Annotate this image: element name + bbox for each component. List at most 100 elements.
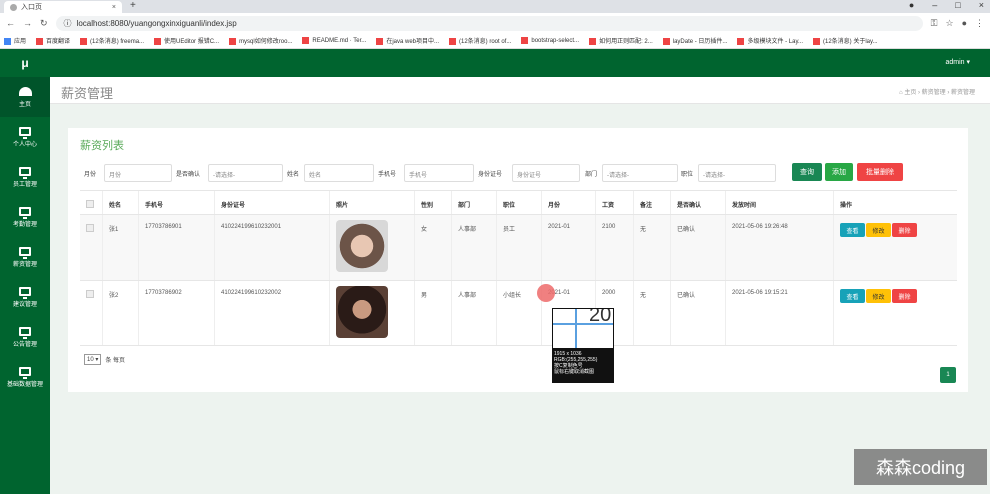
add-button[interactable]: 添加 (825, 163, 853, 181)
cell-gender: 男 (415, 281, 452, 345)
bookmark-item[interactable]: (12条消息) freema... (80, 36, 144, 45)
bookmark-favicon-icon (302, 36, 310, 44)
bookmark-item[interactable]: layDate - 日历插件... (662, 36, 728, 45)
bookmark-item[interactable]: (12条消息) root of... (449, 36, 511, 45)
new-tab-icon[interactable]: + (130, 0, 136, 11)
bookmark-item[interactable]: bootstrap-select... (521, 36, 579, 44)
bookmark-item[interactable]: 如何用正则匹配: 2... (589, 36, 653, 45)
back-icon[interactable]: ← (6, 18, 15, 28)
close-window-icon[interactable]: × (979, 0, 984, 10)
sidebar-item-salary[interactable]: 薪资管理 (0, 237, 50, 277)
col-gender: 性别 (415, 191, 452, 214)
url-field[interactable]: ⓘ localhost:8080/yuangongxinxiguanli/ind… (55, 15, 923, 31)
view-button[interactable]: 查看 (840, 223, 865, 237)
page-number-button[interactable]: 1 (940, 367, 956, 383)
batch-delete-button[interactable]: 批量删除 (857, 163, 903, 181)
row-checkbox-cell[interactable] (80, 281, 103, 345)
edit-button[interactable]: 修改 (866, 223, 891, 237)
minimize-icon[interactable]: – (932, 0, 937, 10)
bookmark-item[interactable]: README.md · Ter... (302, 36, 366, 44)
sidebar-item-profile[interactable]: 个人中心 (0, 117, 50, 157)
bookmark-item[interactable]: 百度翻译 (36, 36, 70, 45)
cell-name: 张1 (103, 215, 139, 280)
user-menu[interactable]: admin ▾ (945, 58, 970, 66)
tab-favicon-icon (10, 3, 17, 11)
monitor-icon (19, 126, 31, 139)
table-row: 张2 17703786902 410224199610232002 男 人事部 … (80, 281, 957, 346)
browser-tab[interactable]: 入口页 × (4, 1, 122, 13)
monitor-icon (19, 166, 31, 179)
name-input[interactable]: 姓名 (304, 164, 374, 182)
confirm-label: 是否确认 (176, 172, 201, 178)
monitor-icon (19, 206, 31, 219)
window-controls: ● – □ × (909, 0, 984, 10)
bookmark-favicon-icon (154, 37, 162, 45)
search-button[interactable]: 查询 (792, 163, 822, 181)
cell-photo (330, 215, 415, 280)
menu-dots-icon[interactable]: ⋮ (975, 18, 984, 29)
sidebar-item-home[interactable]: 主页 (0, 77, 50, 117)
bookmark-favicon-icon (662, 37, 670, 45)
sidebar-item-basic-data[interactable]: 基础数据管理 (0, 357, 50, 397)
star-icon[interactable]: ☆ (945, 18, 953, 29)
col-photo: 照片 (330, 191, 415, 214)
idcard-input[interactable]: 身份证号 (512, 164, 580, 182)
cell-gender: 女 (415, 215, 452, 280)
confirm-select[interactable]: -请选择- (208, 164, 283, 182)
view-button[interactable]: 查看 (840, 289, 865, 303)
magnifier-zoom-text: 20 (589, 309, 612, 326)
sidebar-item-label: 考勤管理 (12, 221, 37, 228)
bookmark-favicon-icon (737, 37, 745, 45)
info-icon: ⓘ (63, 18, 72, 28)
bookmark-label: layDate - 日历插件... (672, 39, 728, 45)
phone-input[interactable]: 手机号 (404, 164, 474, 182)
salary-list-panel: 薪资列表 月份 月份 是否确认 -请选择- 姓名 姓名 手机号 手机号 身份证号… (68, 128, 968, 392)
edit-button[interactable]: 修改 (866, 289, 891, 303)
dept-select[interactable]: -请选择- (602, 164, 678, 182)
bookmark-item[interactable]: mysql如何修改roo... (229, 36, 292, 45)
cell-name: 张2 (103, 281, 139, 345)
bookmark-label: 百度翻译 (46, 39, 71, 45)
delete-button[interactable]: 删除 (892, 223, 917, 237)
row-checkbox[interactable] (86, 290, 94, 298)
bookmark-item[interactable]: 多级模块文件 - Lay... (737, 36, 803, 45)
forward-icon[interactable]: → (23, 18, 32, 28)
bookmark-item[interactable]: 应用 (4, 36, 26, 45)
position-select[interactable]: -请选择- (698, 164, 776, 182)
maximize-icon[interactable]: □ (955, 0, 960, 10)
header-checkbox-cell[interactable] (80, 191, 103, 214)
watermark: 森森coding (854, 449, 987, 485)
sidebar: μ 主页 个人中心 员工管理 考勤管理 薪资管理 建议管理 公告管理 基础数据管… (0, 49, 50, 494)
sidebar-item-notices[interactable]: 公告管理 (0, 317, 50, 357)
bookmark-favicon-icon (376, 37, 384, 45)
tab-close-icon[interactable]: × (112, 4, 116, 11)
col-note: 备注 (634, 191, 671, 214)
bookmark-item[interactable]: 在java web项目中... (376, 36, 439, 45)
bookmark-item[interactable]: (12条消息) 关于lay... (813, 36, 878, 45)
row-checkbox-cell[interactable] (80, 215, 103, 280)
monitor-icon (19, 286, 31, 299)
bookmark-label: (12条消息) root of... (459, 39, 512, 45)
delete-button[interactable]: 删除 (892, 289, 917, 303)
bookmark-item[interactable]: 使用UEditor 报错C... (154, 36, 219, 45)
select-all-checkbox[interactable] (86, 200, 94, 208)
sidebar-item-suggestions[interactable]: 建议管理 (0, 277, 50, 317)
page-size-select[interactable]: 10 ▾ (84, 354, 102, 365)
profile-icon[interactable]: ● (909, 0, 914, 10)
cell-dept: 人事部 (452, 215, 497, 280)
sidebar-item-attendance[interactable]: 考勤管理 (0, 197, 50, 237)
sidebar-item-employees[interactable]: 员工管理 (0, 157, 50, 197)
reload-icon[interactable]: ↻ (40, 18, 48, 29)
month-input[interactable]: 月份 (104, 164, 172, 182)
url-text: localhost:8080/yuangongxinxiguanli/index… (76, 18, 237, 28)
bookmark-label: 如何用正则匹配: 2... (599, 39, 653, 45)
top-header: admin ▾ (50, 49, 990, 77)
bookmark-favicon-icon (229, 37, 237, 45)
account-icon[interactable]: ● (962, 18, 967, 28)
key-icon[interactable]: ⚿ (931, 18, 938, 29)
col-idcard: 身份证号 (215, 191, 330, 214)
cell-time: 2021-05-06 19:15:21 (726, 281, 834, 345)
cell-idcard: 410224199610232001 (215, 215, 330, 280)
row-checkbox[interactable] (86, 224, 94, 232)
col-name: 姓名 (103, 191, 139, 214)
